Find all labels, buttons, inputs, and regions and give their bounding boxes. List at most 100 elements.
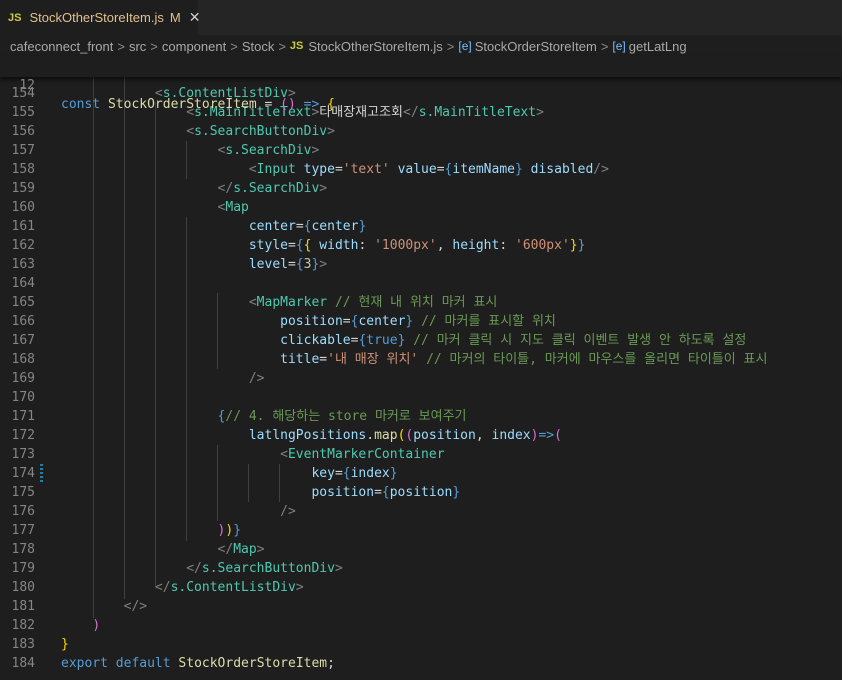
- line-number: 169: [11, 371, 35, 386]
- sticky-scroll-header[interactable]: 12 const StockOrderStoreItem = () => {: [0, 57, 842, 112]
- line-number: 159: [11, 181, 35, 196]
- code-text: />: [280, 504, 296, 519]
- code-line[interactable]: 170: [0, 388, 842, 407]
- breadcrumb-item-project[interactable]: cafeconnect_front: [10, 39, 113, 54]
- line-number: 164: [11, 276, 35, 291]
- line-number: 181: [11, 599, 35, 614]
- line-number: 174: [11, 466, 35, 481]
- indent-guide: [248, 464, 249, 502]
- breadcrumb-separator: >: [150, 38, 158, 54]
- breadcrumb-item-stock[interactable]: Stock: [242, 39, 275, 54]
- line-number: 168: [11, 352, 35, 367]
- modified-indicator: M: [169, 10, 181, 25]
- code-line[interactable]: 156 <s.SearchButtonDiv>: [0, 122, 842, 141]
- breadcrumb-item-src[interactable]: src: [129, 39, 146, 54]
- tab-stockotherstoreitem[interactable]: JS StockOtherStoreItem.js M ✕: [0, 0, 201, 35]
- code-line[interactable]: 169 />: [0, 369, 842, 388]
- code-text: ))}: [217, 523, 242, 538]
- code-text: <Input type='text' value={itemName} disa…: [248, 162, 609, 177]
- code-text: center={center}: [248, 219, 367, 234]
- line-number: 12: [19, 78, 35, 93]
- code-line[interactable]: 182 ): [0, 616, 842, 635]
- code-text: key={index}: [311, 466, 398, 481]
- code-text: level={3}>: [248, 257, 328, 272]
- code-line[interactable]: 165 <MapMarker // 현재 내 위치 마커 표시: [0, 293, 842, 312]
- line-number: 160: [11, 200, 35, 215]
- breadcrumb-item-component-symbol[interactable]: StockOrderStoreItem: [475, 39, 597, 54]
- code-line[interactable]: 172 latlngPositions.map((position, index…: [0, 426, 842, 445]
- line-number: 172: [11, 428, 35, 443]
- code-text: </s.SearchDiv>: [217, 181, 328, 196]
- code-line[interactable]: 175 position={position}: [0, 483, 842, 502]
- code-line[interactable]: 178 </Map>: [0, 540, 842, 559]
- line-number: 180: [11, 580, 35, 595]
- code-text: <s.SearchDiv>: [217, 143, 320, 158]
- code-line[interactable]: 166 position={center} // 마커를 표시할 위치: [0, 312, 842, 331]
- code-line[interactable]: 162 style={{ width: '1000px', height: '6…: [0, 236, 842, 255]
- breadcrumb-item-component[interactable]: component: [162, 39, 226, 54]
- modified-line-gutter-marker: [40, 464, 43, 483]
- breadcrumb-item-function-symbol[interactable]: getLatLng: [629, 39, 687, 54]
- indent-guide: [217, 445, 218, 521]
- code-text: <MapMarker // 현재 내 위치 마커 표시: [248, 295, 498, 310]
- breadcrumb-item-file[interactable]: StockOtherStoreItem.js: [308, 39, 442, 54]
- code-line[interactable]: 177 ))}: [0, 521, 842, 540]
- code-line[interactable]: 179 </s.SearchButtonDiv>: [0, 559, 842, 578]
- line-number: 157: [11, 143, 35, 158]
- line-number: 162: [11, 238, 35, 253]
- line-number: 167: [11, 333, 35, 348]
- breadcrumb: cafeconnect_front > src > component > St…: [0, 35, 842, 57]
- javascript-file-icon: JS: [8, 11, 22, 24]
- symbol-variable-icon: [e]: [612, 39, 626, 53]
- code-line[interactable]: 167 clickable={true} // 마커 클릭 시 지도 클릭 이벤…: [0, 331, 842, 350]
- code-line[interactable]: 158 <Input type='text' value={itemName} …: [0, 160, 842, 179]
- close-icon[interactable]: ✕: [189, 9, 201, 26]
- code-line[interactable]: 176 />: [0, 502, 842, 521]
- line-number: 163: [11, 257, 35, 272]
- indent-guide: [186, 217, 187, 541]
- code-line[interactable]: 184 export default StockOrderStoreItem;: [0, 654, 842, 673]
- line-number: 165: [11, 295, 35, 310]
- line-number: 178: [11, 542, 35, 557]
- line-number: 182: [11, 618, 35, 633]
- code-text: <EventMarkerContainer: [280, 447, 445, 462]
- code-line[interactable]: 183}: [0, 635, 842, 654]
- indent-guide: [279, 464, 280, 502]
- code-line[interactable]: 174 key={index}: [0, 464, 842, 483]
- indent-guide: [217, 293, 218, 369]
- indent-guide: [93, 77, 94, 618]
- code-line[interactable]: 160 <Map: [0, 198, 842, 217]
- code-line[interactable]: 173 <EventMarkerContainer: [0, 445, 842, 464]
- code-text: </Map>: [217, 542, 265, 557]
- line-number: 161: [11, 219, 35, 234]
- code-text: position={position}: [311, 485, 461, 500]
- line-number: 170: [11, 390, 35, 405]
- code-text: style={{ width: '1000px', height: '600px…: [248, 238, 586, 253]
- code-line[interactable]: 164: [0, 274, 842, 293]
- code-text: />: [248, 371, 265, 386]
- line-number: 166: [11, 314, 35, 329]
- indent-guide: [155, 102, 156, 586]
- code-line[interactable]: 181 </>: [0, 597, 842, 616]
- line-number: 173: [11, 447, 35, 462]
- code-text: </s.SearchButtonDiv>: [186, 561, 343, 576]
- line-number: 158: [11, 162, 35, 177]
- code-line[interactable]: 157 <s.SearchDiv>: [0, 141, 842, 160]
- code-line[interactable]: 161 center={center}: [0, 217, 842, 236]
- code-line[interactable]: 159 </s.SearchDiv>: [0, 179, 842, 198]
- code-line[interactable]: 168 title='내 매장 위치' // 마커의 타이틀, 마커에 마우스를…: [0, 350, 842, 369]
- code-text: <s.SearchButtonDiv>: [186, 124, 335, 139]
- breadcrumb-separator: >: [230, 38, 238, 54]
- code-text: ): [92, 618, 101, 633]
- code-line[interactable]: 163 level={3}>: [0, 255, 842, 274]
- code-text: position={center} // 마커를 표시할 위치: [280, 314, 556, 329]
- line-number: 175: [11, 485, 35, 500]
- breadcrumb-separator: >: [446, 38, 455, 54]
- code-line[interactable]: 171 {// 4. 해당하는 store 마커로 보여주기: [0, 407, 842, 426]
- code-text: {// 4. 해당하는 store 마커로 보여주기: [217, 409, 467, 424]
- code-text: }: [61, 637, 69, 652]
- code-line[interactable]: 180 </s.ContentListDiv>: [0, 578, 842, 597]
- line-number: 177: [11, 523, 35, 538]
- line-number: 179: [11, 561, 35, 576]
- symbol-variable-icon: [e]: [458, 39, 472, 53]
